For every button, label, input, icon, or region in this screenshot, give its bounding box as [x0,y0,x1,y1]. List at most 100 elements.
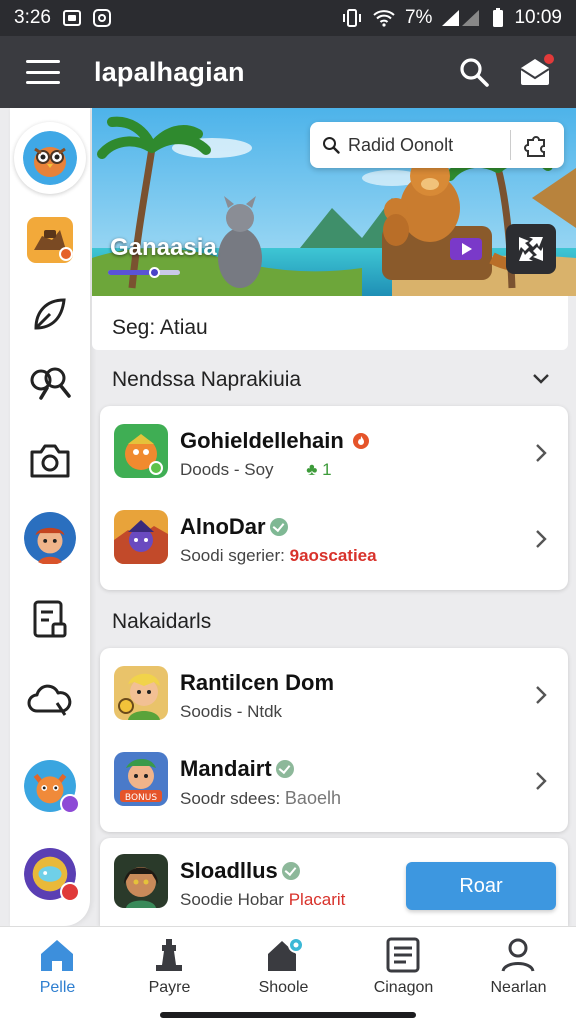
rail-item-notes[interactable] [24,594,76,646]
rail-profile-avatar[interactable] [14,122,86,194]
wifi-icon [373,10,395,27]
game-thumbnail-icon: BONUS [114,752,168,806]
game-thumbnail-icon [114,666,168,720]
svg-text:BONUS: BONUS [125,793,157,803]
chess-piece-icon [156,939,182,971]
fullscreen-button[interactable] [506,224,556,274]
chevron-right-icon [536,444,547,462]
nav-item-play[interactable]: Payre [112,927,227,1003]
list-item-subtitle: Soodis - Ntdk [180,702,283,721]
nav-label: Payre [148,979,191,996]
list-item-subtitle: Soodi sgerier: 9aoscatiea [180,546,377,565]
search-icon[interactable] [458,56,490,88]
list-item-subtitle: Doods - Soy ♣ 1 [180,460,332,479]
roar-button[interactable]: Roar [406,862,556,910]
status-time-right: 10:09 [514,7,562,28]
nav-item-home[interactable]: Pelle [0,927,115,1003]
list-item-title: Rantilcen Dom [180,670,335,695]
section-title-1: Nendssa Naprakiuia [112,368,302,391]
chevron-down-icon[interactable] [532,370,550,388]
inbox-button[interactable] [518,52,556,88]
hero-banner[interactable]: Radid Oonolt Ganaasia [92,108,576,296]
list-item-subtitle: Soodie Hobar Placarit [180,890,346,909]
search-small-icon [323,137,340,154]
vibrate-icon [342,9,361,27]
expand-icon [519,237,543,261]
home-indicator[interactable] [160,1012,416,1018]
hero-title: Ganaasia [110,234,217,261]
play-button[interactable] [450,238,482,260]
nav-label: Nearlan [490,979,547,996]
hero-progress-fill [108,270,155,275]
friend-avatar-icon [24,512,76,564]
list-item-title: Sloadllus [180,858,300,884]
rail-item-discover[interactable] [24,358,76,410]
list-item-subtitle: Soodr sdees: Baoelh [180,788,341,808]
hero-search-text: Radid Oonolt [348,134,454,155]
section1-card: Gohieldellehain Doods - Soy ♣ 1 AlnoDar … [100,406,568,590]
side-rail [10,108,90,926]
nav-item-school[interactable]: Shoole [226,927,341,1003]
menu-icon[interactable] [26,60,60,84]
chevron-right-icon [536,686,547,704]
notification-image-icon [62,10,81,26]
nav-label: Cinagon [373,979,434,996]
list-item[interactable]: Gohieldellehain Doods - Soy ♣ 1 [100,410,568,494]
game-tile-icon [27,217,73,263]
cloud-icon [27,684,72,716]
list-item-title: Mandairt [180,756,294,782]
search-divider [510,130,511,160]
rail-item-cloud[interactable] [24,674,76,726]
rail-item-camera[interactable] [24,434,76,486]
verified-icon [269,518,288,536]
hero-search-box[interactable]: Radid Oonolt [310,122,564,168]
nav-item-profile[interactable]: Nearlan [461,927,576,1003]
rail-item-games[interactable] [24,214,76,266]
rail-item-fox-friend[interactable] [24,760,80,814]
red-badge-icon [60,882,80,902]
rail-item-explore[interactable] [24,288,76,340]
signal-icon [442,10,480,26]
status-time-left: 3:26 [14,7,51,28]
play-icon [462,243,472,255]
app-bar: lapalhagian [0,36,576,108]
owl-avatar-icon [23,131,77,185]
hero-progress-knob[interactable] [149,267,161,278]
nav-item-catalog[interactable]: Cinagon [346,927,461,1003]
notification-camera-icon [92,9,111,27]
gesture-bar [0,1002,576,1024]
magnifier-cluster-icon [30,367,71,400]
leaf-icon [34,298,66,330]
status-battery-percent: 7% [404,7,433,28]
list-icon [386,937,420,973]
list-item[interactable]: AlnoDar Soodi sgerier: 9aoscatiea [100,496,568,580]
bottom-nav: Pelle Payre Shoole Cinagon Nearlan [0,926,576,1002]
fire-icon [352,433,369,449]
subhead: Seg: Atiau [92,296,568,350]
game-thumbnail-icon [114,854,168,908]
camera-icon [30,444,70,478]
section2-card: Rantilcen Dom Soodis - Ntdk BONUS Mandai… [100,648,568,832]
list-item[interactable]: Rantilcen Dom Soodis - Ntdk [100,652,568,736]
hero-progress-bar[interactable] [108,267,180,278]
nav-label: Shoole [258,979,309,996]
list-item-title: Gohieldellehain [180,428,370,454]
chevron-right-icon [536,530,547,548]
person-icon [501,938,535,972]
game-thumbnail-icon [114,510,168,564]
app-title: lapalhagian [94,56,245,87]
purple-badge-icon [60,794,80,814]
leaf-count: ♣ 1 [306,460,332,479]
notification-dot [542,52,556,66]
note-icon [33,600,67,638]
verified-icon [281,862,300,880]
list-item[interactable]: BONUS Mandairt Soodr sdees: Baoelh [100,738,568,822]
rail-item-robot-friend[interactable] [24,848,80,902]
puzzle-icon[interactable] [522,132,550,158]
game-thumbnail-icon [114,424,168,478]
section-title-2: Nakaidarls [112,610,212,633]
house-badge-icon [268,937,302,971]
rail-item-friend[interactable] [24,512,76,564]
list-item-title: AlnoDar [180,514,288,540]
nav-label: Pelle [39,979,76,996]
